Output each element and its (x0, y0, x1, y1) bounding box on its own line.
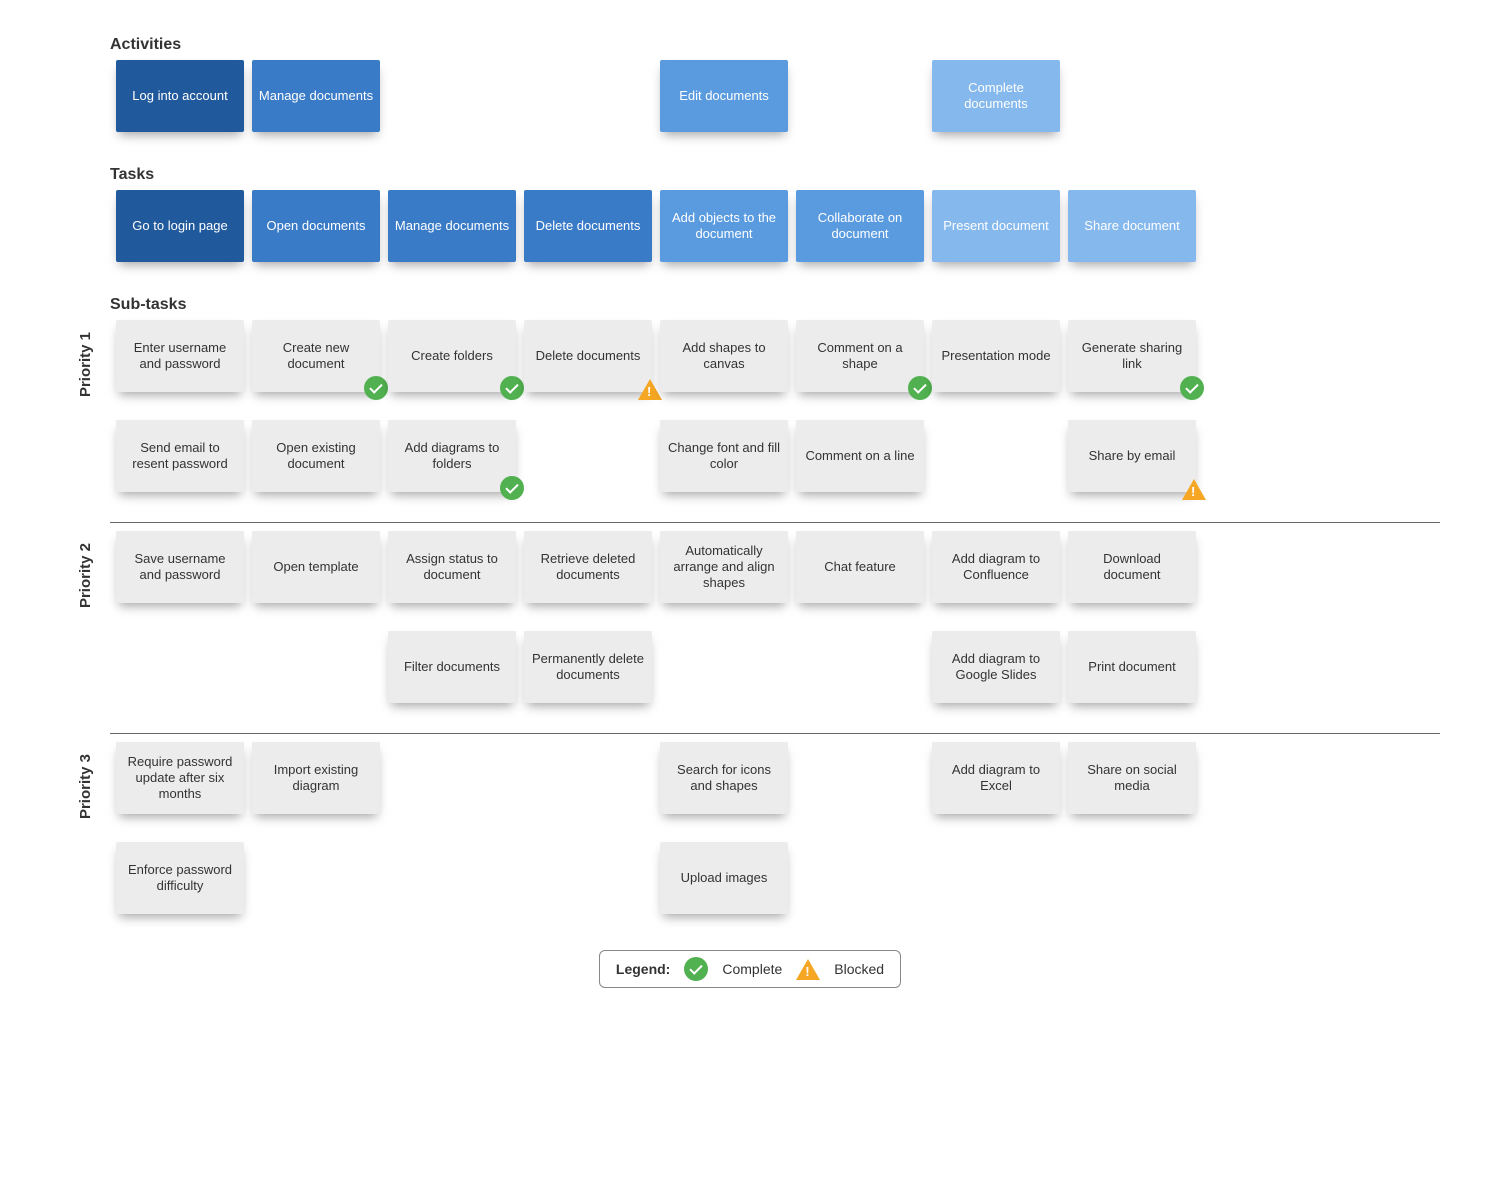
story-card[interactable]: Add diagram to Confluence (932, 531, 1060, 603)
story-card[interactable]: Create folders (388, 320, 516, 392)
story-card[interactable]: Generate sharing link (1068, 320, 1196, 392)
subtask-row: Filter documentsPermanently delete docum… (60, 631, 1440, 721)
subtask-row: Send email to resent passwordOpen existi… (60, 420, 1440, 510)
story-card[interactable]: Collaborate on document (796, 190, 924, 262)
legend-blocked: Blocked (834, 961, 884, 977)
priority-label: Priority 1 (77, 332, 94, 397)
story-card[interactable]: Send email to resent password (116, 420, 244, 492)
check-icon (500, 476, 524, 500)
story-card[interactable]: Save username and password (116, 531, 244, 603)
warning-icon (638, 379, 662, 400)
story-card[interactable]: Complete documents (932, 60, 1060, 132)
check-icon (364, 376, 388, 400)
priority-label: Priority 2 (77, 543, 94, 608)
check-icon (1180, 376, 1204, 400)
legend-title: Legend: (616, 961, 670, 977)
story-card[interactable]: Add diagrams to folders (388, 420, 516, 492)
story-card[interactable]: Add diagram to Excel (932, 742, 1060, 814)
story-card[interactable]: Edit documents (660, 60, 788, 132)
warning-icon (796, 959, 820, 980)
check-icon (684, 957, 708, 981)
tasks-row: Go to login pageOpen documentsManage doc… (60, 190, 1440, 280)
subtasks-title: Sub-tasks (110, 296, 1440, 314)
warning-icon (1182, 479, 1206, 500)
story-card[interactable]: Delete documents (524, 190, 652, 262)
story-card[interactable]: Create new document (252, 320, 380, 392)
check-icon (908, 376, 932, 400)
story-card[interactable]: Comment on a line (796, 420, 924, 492)
story-card[interactable]: Chat feature (796, 531, 924, 603)
story-card[interactable]: Search for icons and shapes (660, 742, 788, 814)
story-card[interactable]: Filter documents (388, 631, 516, 703)
story-card[interactable]: Enforce password difficulty (116, 842, 244, 914)
story-card[interactable]: Require password update after six months (116, 742, 244, 814)
story-card[interactable]: Share document (1068, 190, 1196, 262)
story-card[interactable]: Print document (1068, 631, 1196, 703)
tasks-title: Tasks (110, 166, 1440, 184)
story-card[interactable]: Open documents (252, 190, 380, 262)
subtask-row: Priority 3 Require password update after … (60, 742, 1440, 832)
story-card[interactable]: Go to login page (116, 190, 244, 262)
story-card[interactable]: Add objects to the document (660, 190, 788, 262)
story-card[interactable]: Delete documents (524, 320, 652, 392)
story-card[interactable]: Share by email (1068, 420, 1196, 492)
story-card[interactable]: Manage documents (252, 60, 380, 132)
story-card[interactable]: Presentation mode (932, 320, 1060, 392)
check-icon (500, 376, 524, 400)
story-card[interactable]: Assign status to document (388, 531, 516, 603)
story-card[interactable]: Add diagram to Google Slides (932, 631, 1060, 703)
story-card[interactable]: Share on social media (1068, 742, 1196, 814)
activities-row: Log into accountManage documents Edit doc… (60, 60, 1440, 150)
story-card[interactable]: Open existing document (252, 420, 380, 492)
priority2-block: Priority 2 Save username and passwordOpen… (60, 531, 1440, 731)
story-card[interactable]: Change font and fill color (660, 420, 788, 492)
legend: Legend: Complete Blocked (599, 950, 901, 988)
story-card[interactable]: Automatically arrange and align shapes (660, 531, 788, 603)
story-card[interactable]: Import existing diagram (252, 742, 380, 814)
activities-title: Activities (110, 36, 1440, 54)
story-card[interactable]: Present document (932, 190, 1060, 262)
story-card[interactable]: Log into account (116, 60, 244, 132)
legend-complete: Complete (722, 961, 782, 977)
subtask-row: Enforce password difficulty Upload images (60, 842, 1440, 932)
divider (110, 522, 1440, 523)
subtask-row: Priority 1Enter username and passwordCre… (60, 320, 1440, 410)
priority3-block: Priority 3 Require password update after … (60, 742, 1440, 942)
story-card[interactable]: Upload images (660, 842, 788, 914)
story-card[interactable]: Permanently delete documents (524, 631, 652, 703)
priority-label: Priority 3 (77, 754, 94, 819)
story-card[interactable]: Retrieve deleted documents (524, 531, 652, 603)
subtask-row: Priority 2 Save username and passwordOpen… (60, 531, 1440, 621)
story-card[interactable]: Manage documents (388, 190, 516, 262)
story-card[interactable]: Comment on a shape (796, 320, 924, 392)
divider (110, 733, 1440, 734)
user-story-map: Activities Log into accountManage docume… (60, 30, 1440, 988)
story-card[interactable]: Open template (252, 531, 380, 603)
story-card[interactable]: Enter username and password (116, 320, 244, 392)
priority1-block: Priority 1Enter username and passwordCre… (60, 320, 1440, 520)
story-card[interactable]: Download document (1068, 531, 1196, 603)
story-card[interactable]: Add shapes to canvas (660, 320, 788, 392)
